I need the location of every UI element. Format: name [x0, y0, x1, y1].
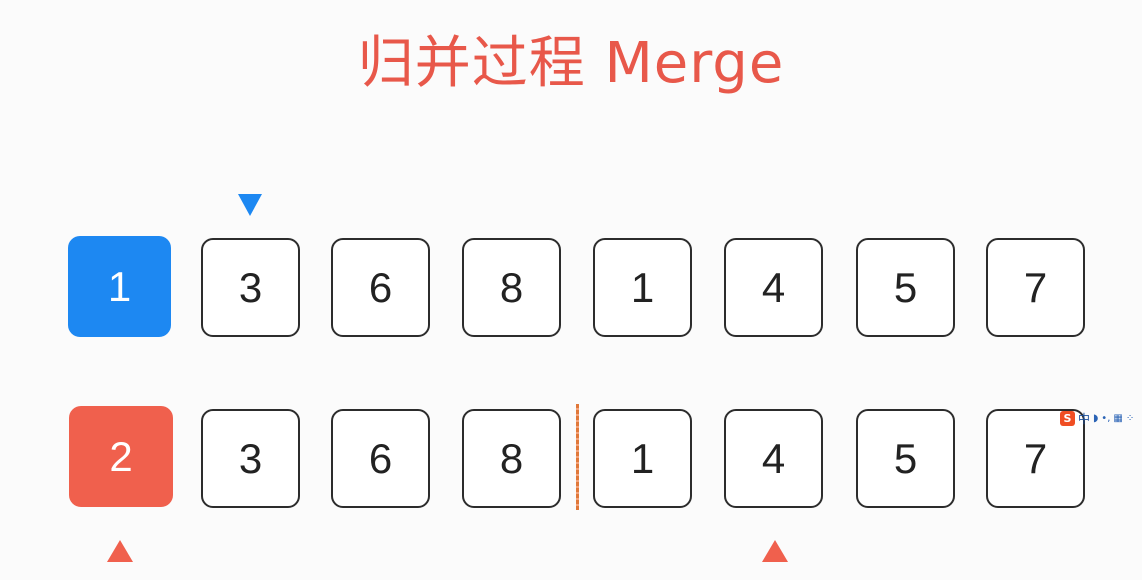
top-row-cell-6: 4 — [724, 238, 823, 337]
top-row-cell-8: 7 — [986, 238, 1085, 337]
right-pointer-arrow-icon — [762, 540, 788, 562]
bottom-row-cell-1: 2 — [69, 406, 173, 507]
bottom-row-cell-5: 1 — [593, 409, 692, 508]
moon-icon[interactable]: ◗ — [1093, 413, 1098, 424]
top-row-cell-7: 5 — [856, 238, 955, 337]
keyboard-icon[interactable]: ▦ — [1113, 413, 1122, 424]
top-row-cell-2: 3 — [201, 238, 300, 337]
ime-mode-toggle[interactable]: 中 — [1078, 410, 1090, 427]
settings-icon[interactable]: ⁘ — [1126, 413, 1134, 424]
top-row-cell-1: 1 — [68, 236, 171, 337]
bottom-row-cell-4: 8 — [462, 409, 561, 508]
top-row-cell-5: 1 — [593, 238, 692, 337]
sogou-logo-icon[interactable]: S — [1060, 410, 1075, 426]
top-row-cell-3: 6 — [331, 238, 430, 337]
bottom-row-cell-3: 6 — [331, 409, 430, 508]
half-divider — [576, 404, 579, 510]
ime-toolbar[interactable]: S 中 ◗ •, ▦ ⁘ — [1060, 408, 1134, 428]
top-pointer-arrow-icon — [238, 194, 262, 216]
bottom-row-cell-2: 3 — [201, 409, 300, 508]
bottom-row-cell-7: 5 — [856, 409, 955, 508]
page-title: 归并过程 Merge — [357, 31, 785, 96]
left-pointer-arrow-icon — [107, 540, 133, 562]
bottom-row-cell-6: 4 — [724, 409, 823, 508]
top-row-cell-4: 8 — [462, 238, 561, 337]
punctuation-icon[interactable]: •, — [1101, 413, 1110, 424]
